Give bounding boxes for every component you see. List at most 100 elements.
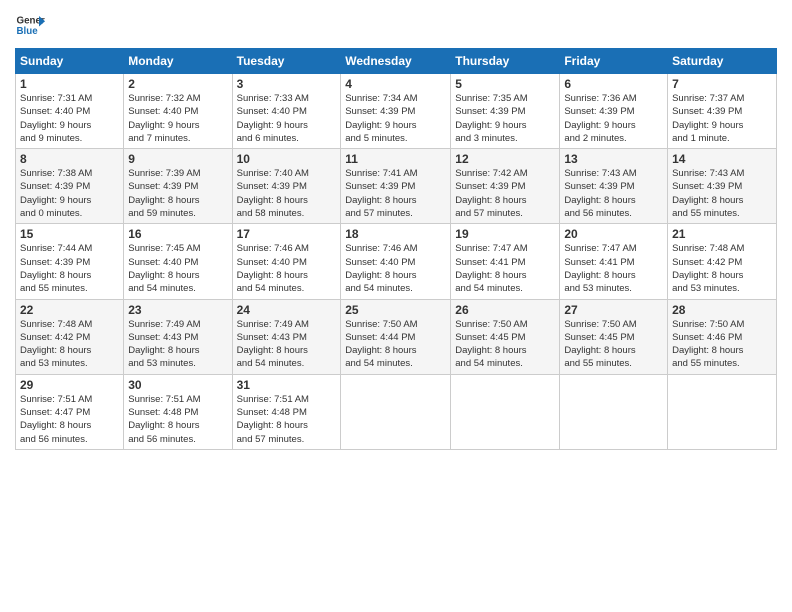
day-info: Sunrise: 7:35 AM Sunset: 4:39 PM Dayligh…	[455, 92, 555, 145]
day-number: 19	[455, 227, 555, 241]
calendar-cell: 16Sunrise: 7:45 AM Sunset: 4:40 PM Dayli…	[124, 224, 232, 299]
calendar-cell: 13Sunrise: 7:43 AM Sunset: 4:39 PM Dayli…	[560, 149, 668, 224]
page-header: General Blue	[15, 10, 777, 40]
day-number: 13	[564, 152, 663, 166]
day-info: Sunrise: 7:39 AM Sunset: 4:39 PM Dayligh…	[128, 167, 227, 220]
day-info: Sunrise: 7:48 AM Sunset: 4:42 PM Dayligh…	[672, 242, 772, 295]
day-number: 31	[237, 378, 337, 392]
calendar-cell: 1Sunrise: 7:31 AM Sunset: 4:40 PM Daylig…	[16, 74, 124, 149]
day-number: 30	[128, 378, 227, 392]
day-info: Sunrise: 7:34 AM Sunset: 4:39 PM Dayligh…	[345, 92, 446, 145]
calendar-cell	[451, 374, 560, 449]
day-info: Sunrise: 7:33 AM Sunset: 4:40 PM Dayligh…	[237, 92, 337, 145]
day-number: 11	[345, 152, 446, 166]
day-number: 8	[20, 152, 119, 166]
calendar-cell: 17Sunrise: 7:46 AM Sunset: 4:40 PM Dayli…	[232, 224, 341, 299]
day-number: 28	[672, 303, 772, 317]
calendar-cell: 24Sunrise: 7:49 AM Sunset: 4:43 PM Dayli…	[232, 299, 341, 374]
calendar-cell: 26Sunrise: 7:50 AM Sunset: 4:45 PM Dayli…	[451, 299, 560, 374]
calendar-cell: 6Sunrise: 7:36 AM Sunset: 4:39 PM Daylig…	[560, 74, 668, 149]
day-number: 15	[20, 227, 119, 241]
day-number: 7	[672, 77, 772, 91]
day-info: Sunrise: 7:38 AM Sunset: 4:39 PM Dayligh…	[20, 167, 119, 220]
calendar-cell	[668, 374, 777, 449]
calendar-cell: 3Sunrise: 7:33 AM Sunset: 4:40 PM Daylig…	[232, 74, 341, 149]
dow-header: Thursday	[451, 49, 560, 74]
day-info: Sunrise: 7:42 AM Sunset: 4:39 PM Dayligh…	[455, 167, 555, 220]
day-number: 21	[672, 227, 772, 241]
calendar-cell: 9Sunrise: 7:39 AM Sunset: 4:39 PM Daylig…	[124, 149, 232, 224]
day-info: Sunrise: 7:43 AM Sunset: 4:39 PM Dayligh…	[672, 167, 772, 220]
day-number: 26	[455, 303, 555, 317]
calendar-week-row: 8Sunrise: 7:38 AM Sunset: 4:39 PM Daylig…	[16, 149, 777, 224]
calendar-cell: 30Sunrise: 7:51 AM Sunset: 4:48 PM Dayli…	[124, 374, 232, 449]
day-number: 24	[237, 303, 337, 317]
day-info: Sunrise: 7:47 AM Sunset: 4:41 PM Dayligh…	[564, 242, 663, 295]
calendar-week-row: 22Sunrise: 7:48 AM Sunset: 4:42 PM Dayli…	[16, 299, 777, 374]
calendar-cell: 29Sunrise: 7:51 AM Sunset: 4:47 PM Dayli…	[16, 374, 124, 449]
calendar-cell	[560, 374, 668, 449]
dow-header: Monday	[124, 49, 232, 74]
logo-icon: General Blue	[15, 10, 45, 40]
dow-header: Saturday	[668, 49, 777, 74]
day-number: 14	[672, 152, 772, 166]
day-number: 9	[128, 152, 227, 166]
calendar-week-row: 15Sunrise: 7:44 AM Sunset: 4:39 PM Dayli…	[16, 224, 777, 299]
day-info: Sunrise: 7:36 AM Sunset: 4:39 PM Dayligh…	[564, 92, 663, 145]
day-info: Sunrise: 7:49 AM Sunset: 4:43 PM Dayligh…	[128, 318, 227, 371]
day-info: Sunrise: 7:50 AM Sunset: 4:44 PM Dayligh…	[345, 318, 446, 371]
calendar-cell: 19Sunrise: 7:47 AM Sunset: 4:41 PM Dayli…	[451, 224, 560, 299]
day-info: Sunrise: 7:32 AM Sunset: 4:40 PM Dayligh…	[128, 92, 227, 145]
day-number: 3	[237, 77, 337, 91]
day-info: Sunrise: 7:51 AM Sunset: 4:47 PM Dayligh…	[20, 393, 119, 446]
day-info: Sunrise: 7:48 AM Sunset: 4:42 PM Dayligh…	[20, 318, 119, 371]
calendar-cell: 20Sunrise: 7:47 AM Sunset: 4:41 PM Dayli…	[560, 224, 668, 299]
days-of-week-row: SundayMondayTuesdayWednesdayThursdayFrid…	[16, 49, 777, 74]
calendar-table: SundayMondayTuesdayWednesdayThursdayFrid…	[15, 48, 777, 450]
calendar-cell: 18Sunrise: 7:46 AM Sunset: 4:40 PM Dayli…	[341, 224, 451, 299]
day-number: 4	[345, 77, 446, 91]
day-number: 22	[20, 303, 119, 317]
day-info: Sunrise: 7:47 AM Sunset: 4:41 PM Dayligh…	[455, 242, 555, 295]
calendar-cell: 25Sunrise: 7:50 AM Sunset: 4:44 PM Dayli…	[341, 299, 451, 374]
day-info: Sunrise: 7:44 AM Sunset: 4:39 PM Dayligh…	[20, 242, 119, 295]
day-info: Sunrise: 7:41 AM Sunset: 4:39 PM Dayligh…	[345, 167, 446, 220]
day-number: 27	[564, 303, 663, 317]
calendar-cell: 5Sunrise: 7:35 AM Sunset: 4:39 PM Daylig…	[451, 74, 560, 149]
calendar-cell: 10Sunrise: 7:40 AM Sunset: 4:39 PM Dayli…	[232, 149, 341, 224]
calendar-cell: 8Sunrise: 7:38 AM Sunset: 4:39 PM Daylig…	[16, 149, 124, 224]
calendar-cell: 22Sunrise: 7:48 AM Sunset: 4:42 PM Dayli…	[16, 299, 124, 374]
calendar-cell	[341, 374, 451, 449]
dow-header: Friday	[560, 49, 668, 74]
calendar-cell: 14Sunrise: 7:43 AM Sunset: 4:39 PM Dayli…	[668, 149, 777, 224]
calendar-cell: 31Sunrise: 7:51 AM Sunset: 4:48 PM Dayli…	[232, 374, 341, 449]
day-number: 2	[128, 77, 227, 91]
day-number: 10	[237, 152, 337, 166]
day-info: Sunrise: 7:50 AM Sunset: 4:45 PM Dayligh…	[564, 318, 663, 371]
day-info: Sunrise: 7:43 AM Sunset: 4:39 PM Dayligh…	[564, 167, 663, 220]
calendar-cell: 21Sunrise: 7:48 AM Sunset: 4:42 PM Dayli…	[668, 224, 777, 299]
day-number: 23	[128, 303, 227, 317]
day-info: Sunrise: 7:46 AM Sunset: 4:40 PM Dayligh…	[237, 242, 337, 295]
day-info: Sunrise: 7:49 AM Sunset: 4:43 PM Dayligh…	[237, 318, 337, 371]
day-number: 6	[564, 77, 663, 91]
calendar-cell: 12Sunrise: 7:42 AM Sunset: 4:39 PM Dayli…	[451, 149, 560, 224]
day-info: Sunrise: 7:50 AM Sunset: 4:45 PM Dayligh…	[455, 318, 555, 371]
day-number: 12	[455, 152, 555, 166]
calendar-week-row: 1Sunrise: 7:31 AM Sunset: 4:40 PM Daylig…	[16, 74, 777, 149]
day-info: Sunrise: 7:37 AM Sunset: 4:39 PM Dayligh…	[672, 92, 772, 145]
calendar-cell: 15Sunrise: 7:44 AM Sunset: 4:39 PM Dayli…	[16, 224, 124, 299]
day-number: 5	[455, 77, 555, 91]
day-info: Sunrise: 7:45 AM Sunset: 4:40 PM Dayligh…	[128, 242, 227, 295]
dow-header: Wednesday	[341, 49, 451, 74]
day-info: Sunrise: 7:46 AM Sunset: 4:40 PM Dayligh…	[345, 242, 446, 295]
day-number: 18	[345, 227, 446, 241]
day-info: Sunrise: 7:31 AM Sunset: 4:40 PM Dayligh…	[20, 92, 119, 145]
calendar-cell: 27Sunrise: 7:50 AM Sunset: 4:45 PM Dayli…	[560, 299, 668, 374]
day-number: 16	[128, 227, 227, 241]
dow-header: Sunday	[16, 49, 124, 74]
dow-header: Tuesday	[232, 49, 341, 74]
calendar-cell: 2Sunrise: 7:32 AM Sunset: 4:40 PM Daylig…	[124, 74, 232, 149]
calendar-cell: 4Sunrise: 7:34 AM Sunset: 4:39 PM Daylig…	[341, 74, 451, 149]
day-number: 1	[20, 77, 119, 91]
